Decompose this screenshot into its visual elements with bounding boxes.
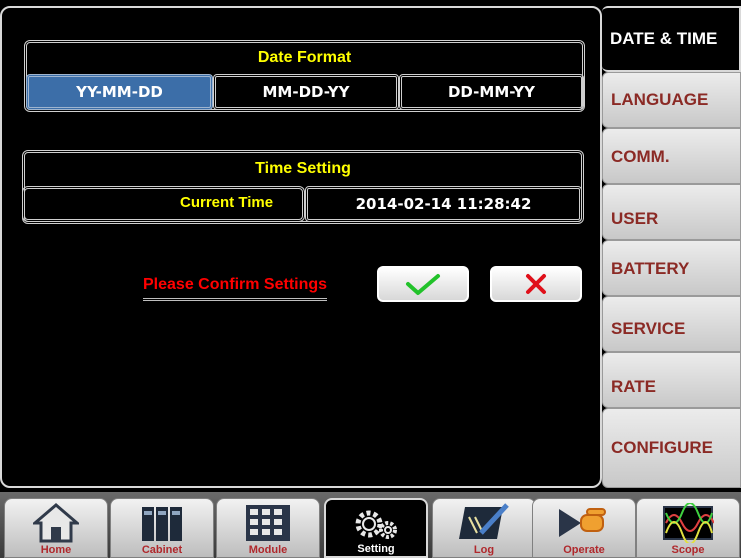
checkmark-icon xyxy=(406,274,440,295)
log-icon xyxy=(459,503,509,539)
nav-cabinet[interactable]: Cabinet xyxy=(110,498,214,558)
tab-date-time[interactable]: DATE & TIME xyxy=(602,6,741,72)
tab-configure[interactable]: CONFIGURE xyxy=(602,408,741,488)
tab-user[interactable]: USER xyxy=(602,184,741,240)
tab-comm[interactable]: COMM. xyxy=(602,128,741,184)
date-format-yymmdd-button[interactable]: YY-MM-DD xyxy=(26,74,213,110)
tab-service[interactable]: SERVICE xyxy=(602,296,741,352)
bottom-nav: Home Cabinet Module Setting Log Operate … xyxy=(0,492,741,558)
nav-log[interactable]: Log xyxy=(432,498,536,558)
current-time-label: Current Time xyxy=(180,194,274,211)
cancel-button[interactable] xyxy=(490,266,582,302)
nav-setting[interactable]: Setting xyxy=(324,498,428,558)
settings-tabs: DATE & TIME LANGUAGE COMM. USER BATTERY … xyxy=(602,6,741,488)
gear-icon xyxy=(355,510,397,539)
nav-module-label: Module xyxy=(248,544,288,556)
tab-battery[interactable]: BATTERY xyxy=(602,240,741,296)
pointing-hand-icon xyxy=(559,508,606,537)
close-icon xyxy=(526,274,546,294)
nav-scope[interactable]: Scope xyxy=(636,498,740,558)
time-setting-title: Time Setting xyxy=(255,160,351,177)
home-icon xyxy=(33,503,79,543)
nav-home[interactable]: Home xyxy=(4,498,108,558)
confirm-prompt: Please Confirm Settings xyxy=(143,276,328,301)
tab-language[interactable]: LANGUAGE xyxy=(602,72,741,128)
confirm-button[interactable] xyxy=(377,266,469,302)
cabinet-icon xyxy=(142,507,182,541)
waveform-icon xyxy=(663,503,714,543)
nav-module[interactable]: Module xyxy=(216,498,320,558)
nav-home-label: Home xyxy=(40,544,72,556)
tab-rate[interactable]: RATE xyxy=(602,352,741,408)
nav-log-label: Log xyxy=(473,544,495,556)
nav-operate[interactable]: Operate xyxy=(532,498,636,558)
date-format-ddmmyy-button[interactable]: DD-MM-YY xyxy=(399,74,584,110)
date-format-mmddyy-button[interactable]: MM-DD-YY xyxy=(213,74,399,110)
date-format-title: Date Format xyxy=(257,49,352,66)
current-time-field[interactable]: 2014-02-14 11:28:42 xyxy=(305,186,582,222)
nav-scope-label: Scope xyxy=(671,544,705,556)
nav-operate-label: Operate xyxy=(563,544,605,556)
nav-setting-label: Setting xyxy=(357,543,395,555)
module-icon xyxy=(246,505,290,541)
nav-cabinet-label: Cabinet xyxy=(141,544,183,556)
